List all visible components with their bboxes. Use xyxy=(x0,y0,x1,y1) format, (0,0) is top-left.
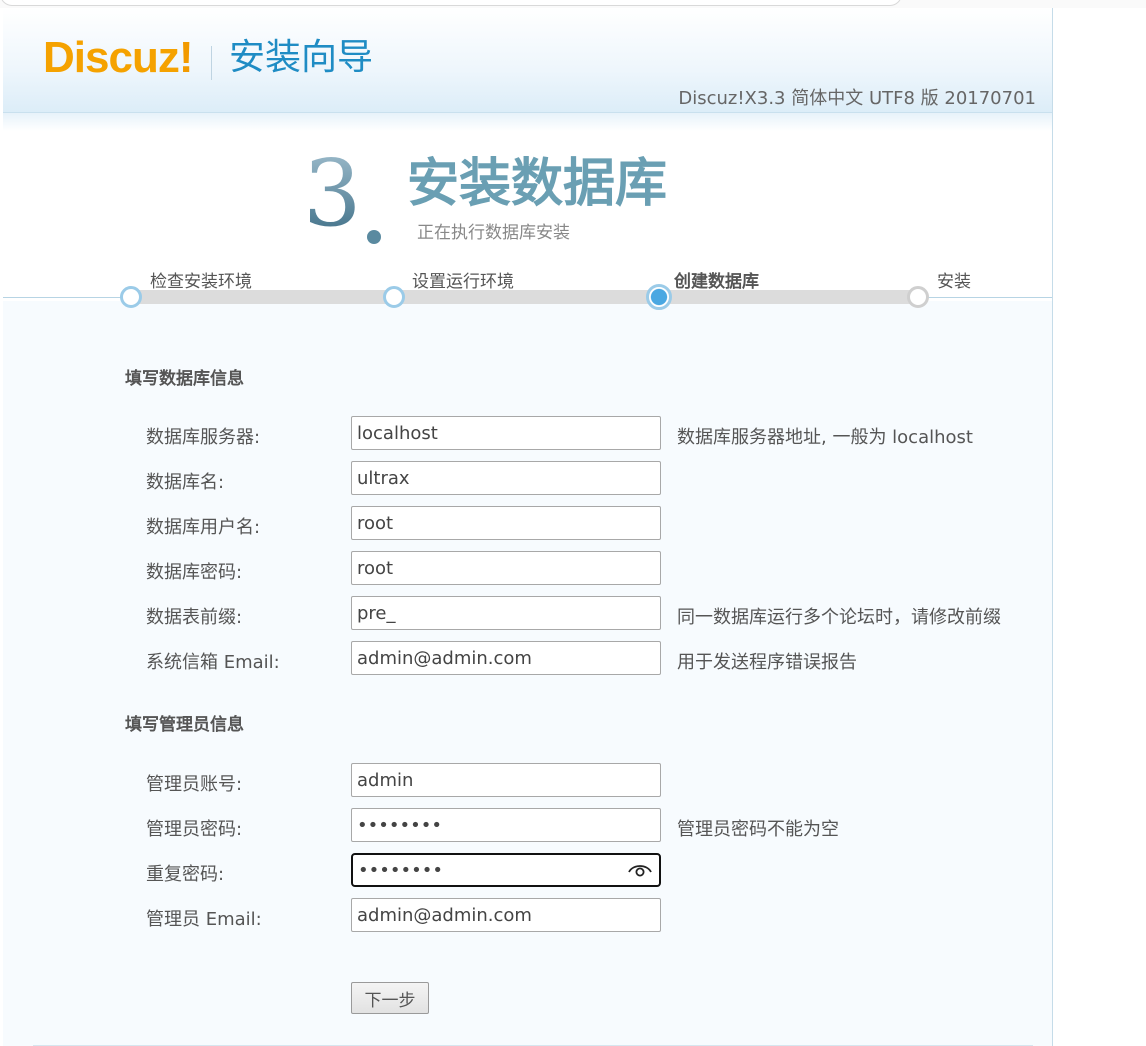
system-email-input[interactable] xyxy=(351,641,661,675)
form-row-table-prefix: 数据表前缀: 同一数据库运行多个论坛时，请修改前缀 xyxy=(3,596,1052,632)
address-bar-edge xyxy=(0,0,902,6)
form-row-db-password: 数据库密码: xyxy=(3,551,1052,587)
step-subtitle: 正在执行数据库安装 xyxy=(417,223,570,243)
browser-top-edge xyxy=(0,0,1146,8)
form-row-db-host: 数据库服务器: 数据库服务器地址, 一般为 localhost xyxy=(3,416,1052,452)
form-row-db-name: 数据库名: xyxy=(3,461,1052,497)
db-user-input[interactable] xyxy=(351,506,661,540)
db-password-input[interactable] xyxy=(351,551,661,585)
db-host-hint: 数据库服务器地址, 一般为 localhost xyxy=(677,427,973,448)
wizard-title: 安装向导 xyxy=(229,37,374,78)
progress-label-install: 安装 xyxy=(937,272,971,292)
logo-separator xyxy=(211,46,212,80)
form-row-admin-password: 管理员密码: 管理员密码不能为空 xyxy=(3,808,1052,844)
step-number: 3 xyxy=(303,140,362,247)
db-name-input[interactable] xyxy=(351,461,661,495)
admin-password-hint: 管理员密码不能为空 xyxy=(677,819,839,840)
form-row-system-email: 系统信箱 Email: 用于发送程序错误报告 xyxy=(3,641,1052,677)
repeat-password-input[interactable] xyxy=(351,853,661,887)
db-host-input[interactable] xyxy=(351,416,661,450)
step-number-dot xyxy=(367,230,381,244)
header-shadow xyxy=(3,113,1052,131)
progress-bar xyxy=(131,290,919,304)
show-password-eye-icon[interactable] xyxy=(627,861,653,879)
version-text: Discuz!X3.3 简体中文 UTF8 版 20170701 xyxy=(678,88,1036,109)
admin-password-label: 管理员密码: xyxy=(146,819,243,840)
admin-account-input[interactable] xyxy=(351,763,661,797)
db-name-label: 数据库名: xyxy=(146,472,225,493)
progress-node-set-env xyxy=(383,286,405,308)
admin-account-label: 管理员账号: xyxy=(146,774,243,795)
table-prefix-label: 数据表前缀: xyxy=(146,607,243,628)
progress-node-check-env xyxy=(120,286,142,308)
db-password-label: 数据库密码: xyxy=(146,562,243,583)
next-step-button[interactable]: 下一步 xyxy=(351,982,429,1014)
admin-section-title: 填写管理员信息 xyxy=(125,715,244,735)
form-row-admin-email: 管理员 Email: xyxy=(3,898,1052,934)
discuz-logo: Discuz! xyxy=(43,33,193,82)
progress-label-create-db: 创建数据库 xyxy=(674,272,759,292)
db-host-label: 数据库服务器: xyxy=(146,427,261,448)
repeat-password-label: 重复密码: xyxy=(146,864,225,885)
progress-node-install xyxy=(907,286,929,308)
form-row-repeat-password: 重复密码: xyxy=(3,853,1052,889)
db-section-title: 填写数据库信息 xyxy=(125,369,244,389)
progress-label-set-env: 设置运行环境 xyxy=(412,272,514,292)
form-row-admin-account: 管理员账号: xyxy=(3,763,1052,799)
step-title: 安装数据库 xyxy=(407,154,668,214)
form-row-db-user: 数据库用户名: xyxy=(3,506,1052,542)
db-user-label: 数据库用户名: xyxy=(146,517,261,538)
progress-node-create-db xyxy=(646,284,672,310)
table-prefix-hint: 同一数据库运行多个论坛时，请修改前缀 xyxy=(677,607,1001,628)
system-email-hint: 用于发送程序错误报告 xyxy=(677,652,857,673)
install-page: Discuz! 安装向导 Discuz!X3.3 简体中文 UTF8 版 201… xyxy=(3,8,1053,1046)
admin-email-label: 管理员 Email: xyxy=(146,909,262,930)
progress-label-check-env: 检查安装环境 xyxy=(150,272,252,292)
admin-email-input[interactable] xyxy=(351,898,661,932)
table-prefix-input[interactable] xyxy=(351,596,661,630)
system-email-label: 系统信箱 Email: xyxy=(146,652,280,673)
header: Discuz! 安装向导 Discuz!X3.3 简体中文 UTF8 版 201… xyxy=(3,8,1052,113)
admin-password-input[interactable] xyxy=(351,808,661,842)
